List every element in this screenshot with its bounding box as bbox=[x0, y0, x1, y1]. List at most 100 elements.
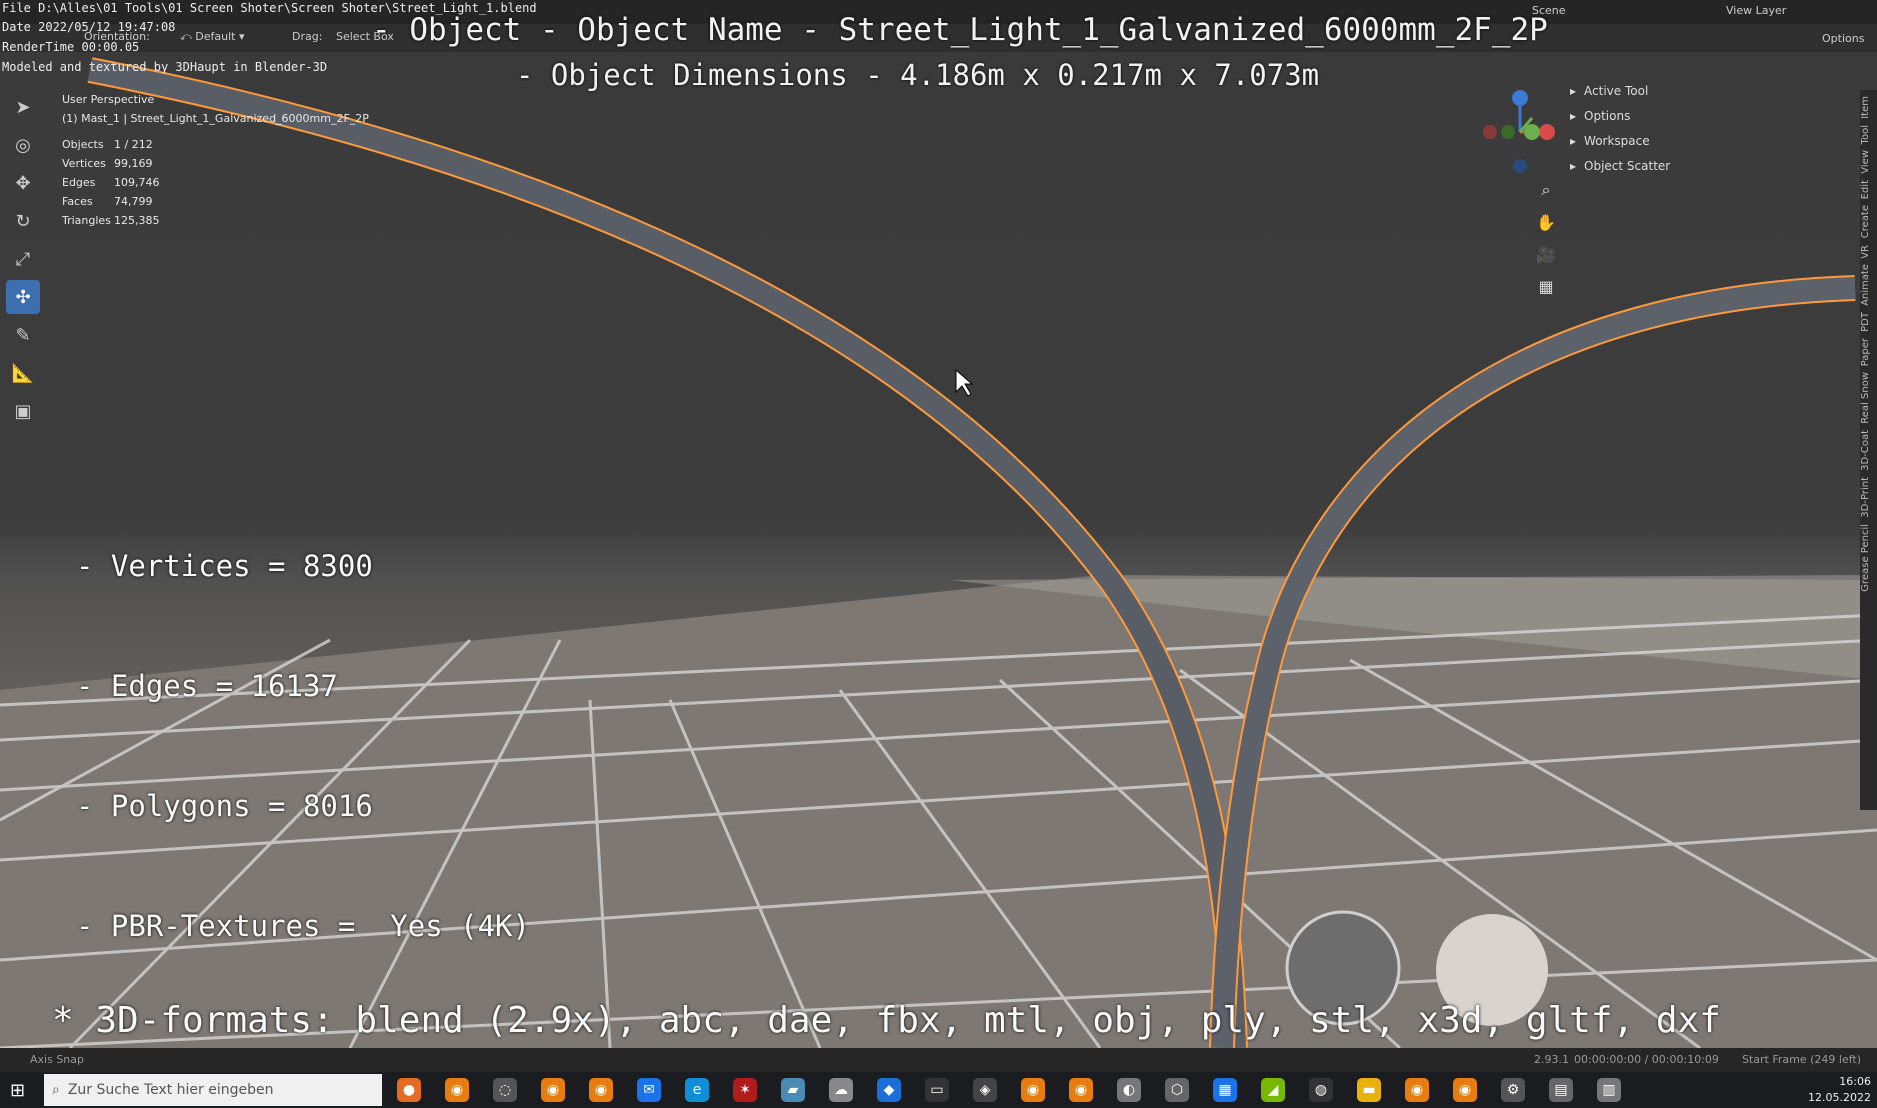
annotate-tool-icon[interactable]: ✎ bbox=[6, 318, 40, 352]
app-icon[interactable]: ☁ bbox=[829, 1078, 853, 1102]
tab-3d-coat[interactable]: 3D-Coat bbox=[1860, 430, 1871, 471]
tab-view[interactable]: View bbox=[1860, 150, 1871, 174]
viewport-info: User Perspective (1) Mast_1 | Street_Lig… bbox=[62, 90, 369, 128]
stats-value: 74,799 bbox=[114, 195, 153, 208]
app-icon[interactable]: ✶ bbox=[733, 1078, 757, 1102]
tab-paper[interactable]: Paper bbox=[1860, 338, 1871, 366]
timecode-label: 00:00:00:00 / 00:00:10:09 bbox=[1574, 1053, 1719, 1066]
npanel-label: Object Scatter bbox=[1584, 158, 1671, 173]
grid-toggle-icon[interactable]: ▦ bbox=[1532, 272, 1560, 300]
tab-pdt[interactable]: PDT bbox=[1860, 312, 1871, 332]
select-tool-icon[interactable]: ➤ bbox=[6, 90, 40, 124]
orientation-dropdown[interactable]: ⤺ Default ▾ bbox=[180, 30, 245, 44]
windows-taskbar: ⊞ ⌕ Zur Suche Text hier eingeben ● ◉ ◌ ◉… bbox=[0, 1072, 1877, 1108]
app-icon[interactable]: ▰ bbox=[781, 1078, 805, 1102]
move-tool-icon[interactable]: ✥ bbox=[6, 166, 40, 200]
expand-arrow-icon: ▸ bbox=[1570, 108, 1577, 123]
blender-icon[interactable]: ◉ bbox=[1069, 1078, 1093, 1102]
mail-icon[interactable]: ✉ bbox=[637, 1078, 661, 1102]
tab-vr[interactable]: VR bbox=[1860, 245, 1871, 259]
active-object-label: (1) Mast_1 | Street_Light_1_Galvanized_6… bbox=[62, 112, 369, 125]
add-cube-tool-icon[interactable]: ▣ bbox=[6, 394, 40, 428]
version-label: 2.93.1 bbox=[1534, 1053, 1569, 1066]
orientation-icon: ⤺ bbox=[180, 30, 196, 43]
options-dropdown[interactable]: Options bbox=[1822, 32, 1864, 45]
polygons-stat: - Polygons = 8016 bbox=[76, 789, 373, 823]
pan-hand-icon[interactable]: ✋ bbox=[1532, 208, 1560, 236]
clock-time: 16:06 bbox=[1839, 1075, 1871, 1088]
stats-value: 125,385 bbox=[114, 214, 160, 227]
transform-tool-icon[interactable]: ✣ bbox=[6, 280, 40, 314]
camera-view-icon[interactable]: 🎥 bbox=[1532, 240, 1560, 268]
app-icon[interactable]: ◆ bbox=[877, 1078, 901, 1102]
npanel-object-scatter[interactable]: ▸ Object Scatter bbox=[1570, 153, 1860, 178]
start-frame-label: Start Frame (249 left) bbox=[1742, 1053, 1862, 1066]
tab-real-snow[interactable]: Real Snow bbox=[1860, 372, 1871, 424]
zoom-icon[interactable]: ⌕ bbox=[1532, 176, 1560, 204]
npanel-workspace[interactable]: ▸ Workspace bbox=[1570, 128, 1860, 153]
clock-date: 12.05.2022 bbox=[1808, 1091, 1871, 1104]
tab-grease-pencil[interactable]: Grease Pencil bbox=[1860, 524, 1871, 592]
blender-icon[interactable]: ◉ bbox=[589, 1078, 613, 1102]
stats-value: 1 / 212 bbox=[114, 138, 153, 151]
taskbar-search-input[interactable]: ⌕ Zur Suche Text hier eingeben bbox=[44, 1074, 382, 1106]
nvidia-icon[interactable]: ◢ bbox=[1261, 1078, 1285, 1102]
terminal-icon[interactable]: ▭ bbox=[925, 1078, 949, 1102]
tab-edit[interactable]: Edit bbox=[1860, 180, 1871, 199]
npanel-label: Active Tool bbox=[1584, 83, 1649, 98]
credits-text: Modeled and textured by 3DHaupt in Blend… bbox=[2, 60, 328, 74]
steam-icon[interactable]: ◌ bbox=[493, 1078, 517, 1102]
textures-stat: - PBR-Textures = Yes (4K) bbox=[76, 909, 530, 943]
stats-row: Vertices 99,169 bbox=[62, 157, 160, 176]
blender-icon[interactable]: ◉ bbox=[1021, 1078, 1045, 1102]
cursor-tool-icon[interactable]: ◎ bbox=[6, 128, 40, 162]
calendar-icon[interactable]: ▦ bbox=[1213, 1078, 1237, 1102]
blender-icon[interactable]: ◉ bbox=[541, 1078, 565, 1102]
settings-icon[interactable]: ⚙ bbox=[1501, 1078, 1525, 1102]
tab-tool[interactable]: Tool bbox=[1860, 125, 1871, 144]
navigation-gizmo[interactable] bbox=[1483, 90, 1555, 173]
tool-shelf: ➤ ◎ ✥ ↻ ⤢ ✣ ✎ 📐 ▣ bbox=[6, 90, 42, 430]
stats-row: Objects 1 / 212 bbox=[62, 138, 160, 157]
formats-overlay: * 3D-formats: blend (2.9x), abc, dae, fb… bbox=[52, 1000, 1721, 1041]
app-icon[interactable]: ▥ bbox=[1597, 1078, 1621, 1102]
tab-item[interactable]: Item bbox=[1860, 96, 1871, 119]
status-bar: Axis Snap 2.93.1 00:00:00:00 / 00:00:10:… bbox=[0, 1048, 1877, 1072]
view-perspective-label: User Perspective bbox=[62, 93, 155, 106]
search-placeholder: Zur Suche Text hier eingeben bbox=[67, 1082, 274, 1098]
edges-stat: - Edges = 16137 bbox=[76, 669, 338, 703]
stats-value: 99,169 bbox=[114, 157, 153, 170]
npanel-options[interactable]: ▸ Options bbox=[1570, 103, 1860, 128]
stats-label: Objects bbox=[62, 138, 104, 151]
app-icon[interactable]: ◐ bbox=[1117, 1078, 1141, 1102]
npanel-label: Workspace bbox=[1584, 133, 1650, 148]
drag-label: Drag: bbox=[292, 30, 323, 43]
expand-arrow-icon: ▸ bbox=[1570, 83, 1577, 98]
cube-icon[interactable]: ⬡ bbox=[1165, 1078, 1189, 1102]
folder-icon[interactable]: ▬ bbox=[1357, 1078, 1381, 1102]
tab-3d-print[interactable]: 3D-Print bbox=[1860, 477, 1871, 518]
tab-create[interactable]: Create bbox=[1860, 205, 1871, 238]
expand-arrow-icon: ▸ bbox=[1570, 133, 1577, 148]
blender-icon[interactable]: ◉ bbox=[1405, 1078, 1429, 1102]
n-panel-tabs: Item Tool View Edit Create VR Animate PD… bbox=[1860, 90, 1877, 810]
windows-start-icon[interactable]: ⊞ bbox=[10, 1080, 25, 1101]
scale-tool-icon[interactable]: ⤢ bbox=[6, 242, 40, 276]
axis-snap-label: Axis Snap bbox=[30, 1053, 84, 1066]
blender-icon[interactable]: ◉ bbox=[445, 1078, 469, 1102]
firefox-icon[interactable]: ● bbox=[397, 1078, 421, 1102]
stats-row: Triangles 125,385 bbox=[62, 214, 160, 233]
rotate-tool-icon[interactable]: ↻ bbox=[6, 204, 40, 238]
view-layer-selector[interactable]: View Layer bbox=[1726, 4, 1786, 17]
stats-label: Edges bbox=[62, 176, 96, 189]
npanel-active-tool[interactable]: ▸ Active Tool bbox=[1570, 78, 1860, 103]
app-icon[interactable]: ▤ bbox=[1549, 1078, 1573, 1102]
edge-icon[interactable]: e bbox=[685, 1078, 709, 1102]
orientation-value: Default bbox=[195, 30, 236, 43]
blender-icon[interactable]: ◉ bbox=[1453, 1078, 1477, 1102]
app-icon[interactable]: ◈ bbox=[973, 1078, 997, 1102]
tab-animate[interactable]: Animate bbox=[1860, 264, 1871, 306]
measure-tool-icon[interactable]: 📐 bbox=[6, 356, 40, 390]
taskbar-clock[interactable]: 16:06 12.05.2022 bbox=[1808, 1074, 1871, 1106]
obs-icon[interactable]: ◍ bbox=[1309, 1078, 1333, 1102]
